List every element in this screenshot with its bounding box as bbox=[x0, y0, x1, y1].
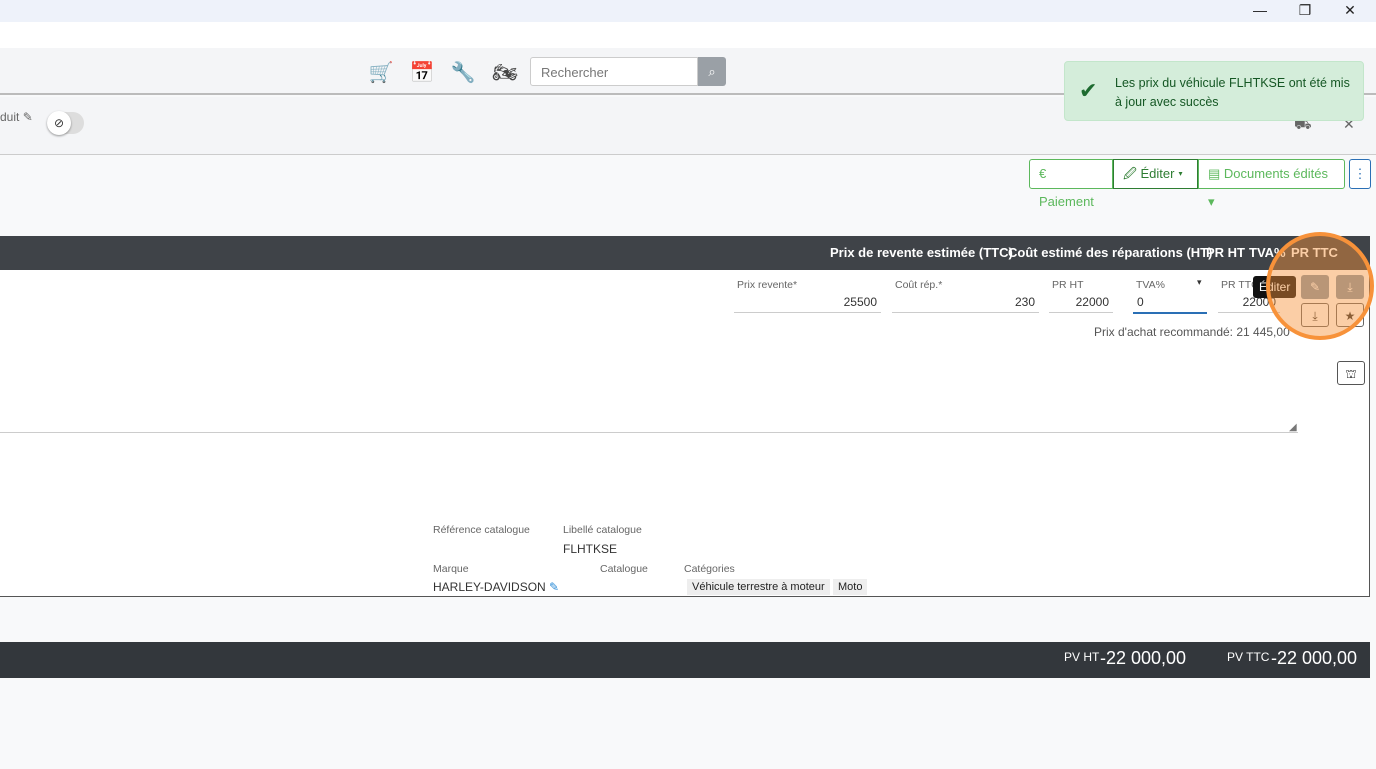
success-toast: ✔ Les prix du véhicule FLHTKSE ont été m… bbox=[1064, 61, 1364, 121]
categories-label: Catégories bbox=[684, 563, 735, 575]
col-repair: Coût estimé des réparations (HT) bbox=[1008, 245, 1213, 260]
edit-doc-icon: 🖉 bbox=[1123, 166, 1137, 181]
category-tag: Moto bbox=[833, 579, 868, 595]
product-label: duit ✎ bbox=[0, 110, 33, 124]
tag-icon: ⛫ bbox=[1345, 367, 1357, 381]
toast-message: Les prix du véhicule FLHTKSE ont été mis… bbox=[1115, 76, 1350, 109]
window-titlebar bbox=[0, 0, 1376, 22]
prht-label: PR HT bbox=[1052, 279, 1084, 291]
search-icon: ⌕ bbox=[708, 64, 716, 79]
pvht-label: PV HT bbox=[1064, 650, 1100, 664]
cart-moto-icon[interactable]: 🏍 bbox=[492, 60, 518, 84]
resale-label: Prix revente* bbox=[737, 279, 798, 291]
close-window-button[interactable]: ✕ bbox=[1340, 2, 1360, 19]
highlight-circle bbox=[1266, 232, 1374, 340]
search-button[interactable]: ⌕ bbox=[698, 57, 726, 86]
minimize-button[interactable]: — bbox=[1250, 2, 1270, 18]
document-icon: ▤ bbox=[1208, 166, 1221, 181]
pvht-value: -22 000,00 bbox=[1100, 648, 1187, 668]
brand-value: HARLEY-DAVIDSON ✎ bbox=[433, 580, 560, 594]
search-input[interactable]: Rechercher bbox=[530, 57, 698, 86]
calendar-moto-icon[interactable]: 📅 bbox=[409, 60, 435, 84]
tva-label: TVA% bbox=[1136, 279, 1165, 291]
col-resale: Prix de revente estimée (TTC) bbox=[830, 245, 1013, 260]
calendar-repair-icon[interactable]: 🔧 bbox=[450, 60, 476, 84]
check-icon: ✔ bbox=[1079, 78, 1098, 103]
top-strip bbox=[0, 22, 1376, 48]
payment-button[interactable]: € Paiement bbox=[1029, 159, 1113, 209]
tag-button[interactable]: ⛫ bbox=[1337, 361, 1365, 385]
brand-label: Marque bbox=[433, 563, 469, 575]
tva-dropdown-icon[interactable]: ▾ bbox=[1197, 277, 1202, 288]
libelle-value: FLHTKSE bbox=[563, 542, 618, 556]
ref-label: Référence catalogue bbox=[433, 524, 530, 536]
col-prht: PR HT bbox=[1206, 245, 1245, 260]
pvttc-label: PV TTC bbox=[1227, 650, 1270, 664]
notes-textarea[interactable] bbox=[0, 432, 1298, 433]
repair-label: Coût rép.* bbox=[895, 279, 943, 291]
edit-dropdown-button[interactable]: 🖉 Éditer ▾ bbox=[1113, 159, 1198, 189]
vehicle-row bbox=[0, 270, 1370, 597]
prht-input[interactable]: 22000 bbox=[1049, 293, 1113, 313]
category-tag: Véhicule terrestre à moteur bbox=[687, 579, 830, 595]
edit-brand-icon[interactable]: ✎ bbox=[549, 580, 559, 594]
cart-icon[interactable]: 🛒 bbox=[368, 60, 394, 84]
restore-button[interactable]: ❐ bbox=[1295, 2, 1315, 19]
catalog-label: Catalogue bbox=[600, 563, 648, 575]
resale-input[interactable]: 25500 bbox=[734, 293, 881, 313]
pvttc-value: -22 000,00 bbox=[1271, 648, 1358, 668]
documents-dropdown-button[interactable]: ▤ Documents édités ▾ bbox=[1198, 159, 1345, 209]
tva-select[interactable]: 0 bbox=[1133, 293, 1207, 314]
edit-icon[interactable]: ✎ bbox=[23, 110, 33, 124]
recommended-price: Prix d'achat recommandé: 21 445,00 bbox=[1094, 325, 1290, 339]
resize-handle-icon[interactable]: ◢ bbox=[1289, 422, 1297, 433]
more-options-button[interactable]: ⋮ bbox=[1349, 159, 1371, 189]
totals-bar: PV HT -22 000,00 PV TTC -22 000,00 bbox=[0, 642, 1370, 678]
toggle-knob-icon[interactable]: ⊘ bbox=[47, 111, 71, 135]
libelle-label: Libellé catalogue bbox=[563, 524, 642, 536]
repair-input[interactable]: 230 bbox=[892, 293, 1039, 313]
table-header: Prix de revente estimée (TTC) Coût estim… bbox=[0, 236, 1370, 270]
